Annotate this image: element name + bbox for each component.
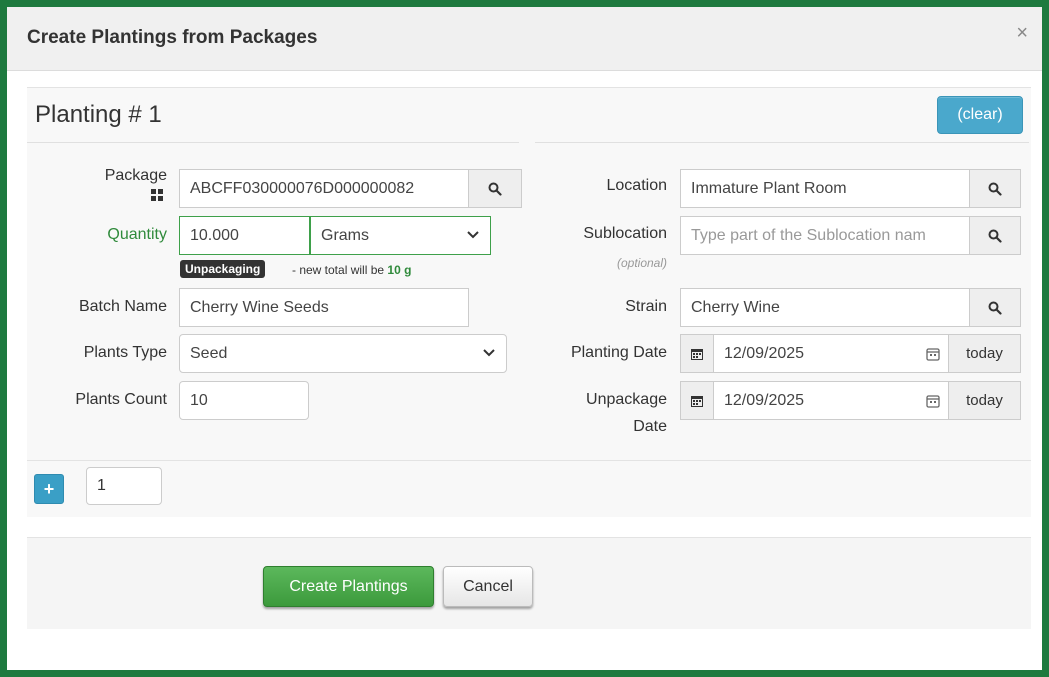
package-search-button[interactable]	[468, 169, 522, 208]
search-icon	[988, 182, 1002, 196]
quantity-label: Quantity	[107, 226, 167, 243]
package-label: Package	[104, 167, 167, 184]
hint-prefix: - new total will be	[292, 263, 385, 277]
batch-name-input[interactable]: Cherry Wine Seeds	[179, 288, 469, 327]
chevron-down-icon	[467, 231, 479, 239]
plants-count-label: Plants Count	[75, 391, 167, 408]
plants-count-input[interactable]: 10	[179, 381, 309, 420]
unpackaging-badge: Unpackaging	[180, 260, 266, 278]
unpackage-date-label-line1: Unpackage	[586, 391, 667, 408]
quantity-input[interactable]: 10.000	[179, 216, 310, 255]
plants-type-value: Seed	[190, 344, 228, 362]
cancel-button[interactable]: Cancel	[443, 566, 533, 607]
sublocation-label: Sublocation	[583, 225, 667, 242]
unpackage-date-input[interactable]: 12/09/2025	[713, 381, 949, 420]
location-search-button[interactable]	[969, 169, 1021, 208]
sublocation-search-button[interactable]	[969, 216, 1021, 255]
add-count-input[interactable]: 1	[86, 467, 162, 505]
close-icon[interactable]: ×	[1016, 23, 1028, 43]
modal-dialog: Create Plantings from Packages × Plantin…	[7, 7, 1042, 670]
planting-date-input[interactable]: 12/09/2025	[713, 334, 949, 373]
location-label: Location	[606, 177, 668, 194]
unpackage-date-value: 12/09/2025	[724, 391, 805, 409]
strain-input[interactable]: Cherry Wine	[680, 288, 970, 327]
search-icon	[988, 229, 1002, 243]
date-picker-icon[interactable]	[926, 347, 940, 361]
sublocation-input[interactable]: Type part of the Sublocation nam	[680, 216, 970, 255]
planting-title: Planting # 1	[35, 101, 162, 128]
divider	[535, 142, 1029, 143]
add-row-band	[27, 460, 1031, 510]
unit-select[interactable]: Grams	[310, 216, 491, 255]
search-icon	[488, 182, 502, 196]
grid-icon	[151, 189, 163, 201]
modal-header: Create Plantings from Packages ×	[7, 7, 1042, 71]
search-icon	[988, 301, 1002, 315]
chevron-down-icon	[483, 349, 495, 357]
clear-button[interactable]: (clear)	[937, 96, 1023, 134]
calendar-icon	[680, 381, 714, 420]
batch-name-label: Batch Name	[78, 298, 167, 315]
unit-select-value: Grams	[321, 226, 369, 244]
optional-note: (optional)	[616, 256, 667, 270]
strain-search-button[interactable]	[969, 288, 1021, 327]
hint-total: 10 g	[387, 263, 412, 277]
calendar-icon	[680, 334, 714, 373]
planting-date-today-button[interactable]: today	[948, 334, 1021, 373]
location-input[interactable]: Immature Plant Room	[680, 169, 970, 208]
plants-type-select[interactable]: Seed	[179, 334, 507, 373]
planting-date-label: Planting Date	[570, 344, 667, 361]
quantity-hint: - new total will be 10 g	[292, 263, 411, 277]
modal-title: Create Plantings from Packages	[27, 27, 318, 48]
plants-type-label: Plants Type	[83, 344, 167, 361]
unpackage-date-label-line2: Date	[633, 418, 667, 435]
date-picker-icon[interactable]	[926, 394, 940, 408]
divider	[27, 142, 519, 143]
unpackage-date-today-button[interactable]: today	[948, 381, 1021, 420]
strain-label: Strain	[625, 298, 667, 315]
planting-date-value: 12/09/2025	[724, 344, 805, 362]
package-input[interactable]: ABCFF030000076D000000082	[179, 169, 469, 208]
create-plantings-button[interactable]: Create Plantings	[263, 566, 434, 607]
add-planting-button[interactable]: +	[34, 474, 64, 504]
